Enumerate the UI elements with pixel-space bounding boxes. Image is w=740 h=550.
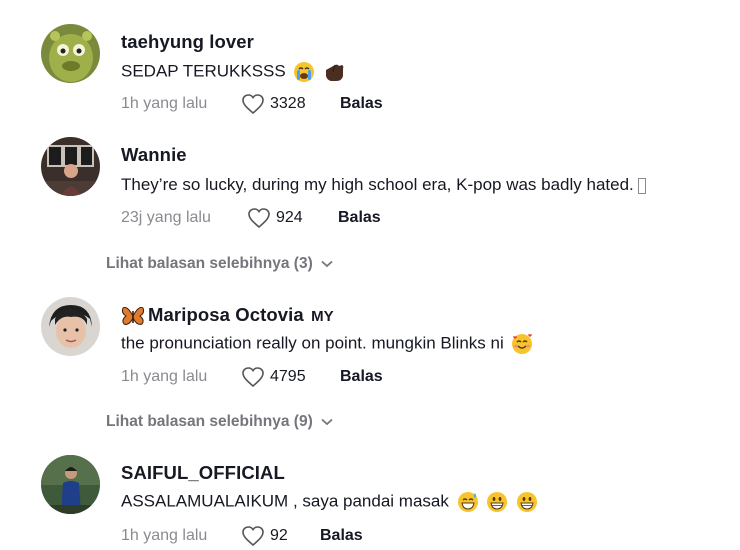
heart-icon — [242, 94, 264, 115]
username: Mariposa Octovia — [148, 304, 304, 325]
view-more-replies[interactable]: Lihat balasan selebihnya (3) — [106, 255, 333, 273]
hand-emoji — [323, 61, 345, 83]
comment-time: 1h yang lalu — [121, 527, 208, 544]
grinning-face-emoji — [516, 491, 538, 513]
comment-text: the pronunciation really on point. mungk… — [121, 333, 504, 353]
comment-text-line: They’re so lucky, during my high school … — [121, 175, 646, 195]
like-button[interactable]: 92 — [241, 525, 288, 547]
like-button[interactable]: 3328 — [241, 93, 306, 115]
like-button[interactable]: 924 — [247, 207, 303, 229]
reply-button[interactable]: Balas — [338, 209, 381, 227]
grinning-sweat-emoji — [457, 491, 479, 513]
reply-button[interactable]: Balas — [340, 95, 383, 113]
comment-time: 1h yang lalu — [121, 95, 208, 112]
chevron-down-icon — [321, 260, 333, 268]
like-count: 3328 — [270, 95, 306, 112]
avatar[interactable] — [41, 24, 100, 83]
username[interactable]: SAIFUL_OFFICIAL — [121, 462, 285, 484]
avatar-image — [41, 297, 100, 356]
username-line[interactable]: Mariposa Octovia MY — [121, 304, 334, 327]
grinning-face-emoji — [486, 491, 508, 513]
avatar-image — [41, 24, 100, 83]
comment-text-line: ASSALAMUALAIKUM , saya pandai masak — [121, 491, 538, 513]
like-button[interactable]: 4795 — [241, 366, 306, 388]
comment-text-line: SEDAP TERUKKSSS — [121, 61, 345, 83]
comment-text: ASSALAMUALAIKUM , saya pandai masak — [121, 491, 449, 511]
comment-time: 1h yang lalu — [121, 368, 208, 385]
view-more-replies[interactable]: Lihat balasan selebihnya (9) — [106, 413, 333, 431]
view-more-replies-label: Lihat balasan selebihnya (3) — [106, 255, 313, 272]
crying-face-emoji — [293, 61, 315, 83]
heart-icon — [242, 526, 264, 547]
heart-icon — [248, 208, 270, 229]
chevron-down-icon — [321, 418, 333, 426]
like-count: 924 — [276, 209, 303, 226]
comment-time: 23j yang lalu — [121, 209, 211, 226]
avatar-image — [41, 137, 100, 196]
reply-button[interactable]: Balas — [320, 527, 363, 545]
country-badge: MY — [311, 308, 334, 325]
username[interactable]: Wannie — [121, 144, 187, 166]
avatar[interactable] — [41, 297, 100, 356]
avatar[interactable] — [41, 455, 100, 514]
username[interactable]: taehyung lover — [121, 31, 254, 53]
like-count: 4795 — [270, 368, 306, 385]
avatar-image — [41, 455, 100, 514]
comment-text-line: the pronunciation really on point. mungk… — [121, 333, 533, 355]
like-count: 92 — [270, 527, 288, 544]
reply-button[interactable]: Balas — [340, 368, 383, 386]
comment-text: SEDAP TERUKKSSS — [121, 61, 286, 81]
view-more-replies-label: Lihat balasan selebihnya (9) — [106, 413, 313, 430]
smiling-face-with-hearts-emoji — [511, 333, 533, 355]
heart-icon — [242, 367, 264, 388]
butterfly-emoji — [121, 305, 145, 327]
comment-text: They’re so lucky, during my high school … — [121, 175, 634, 194]
unrendered-glyph — [637, 177, 646, 194]
avatar[interactable] — [41, 137, 100, 196]
